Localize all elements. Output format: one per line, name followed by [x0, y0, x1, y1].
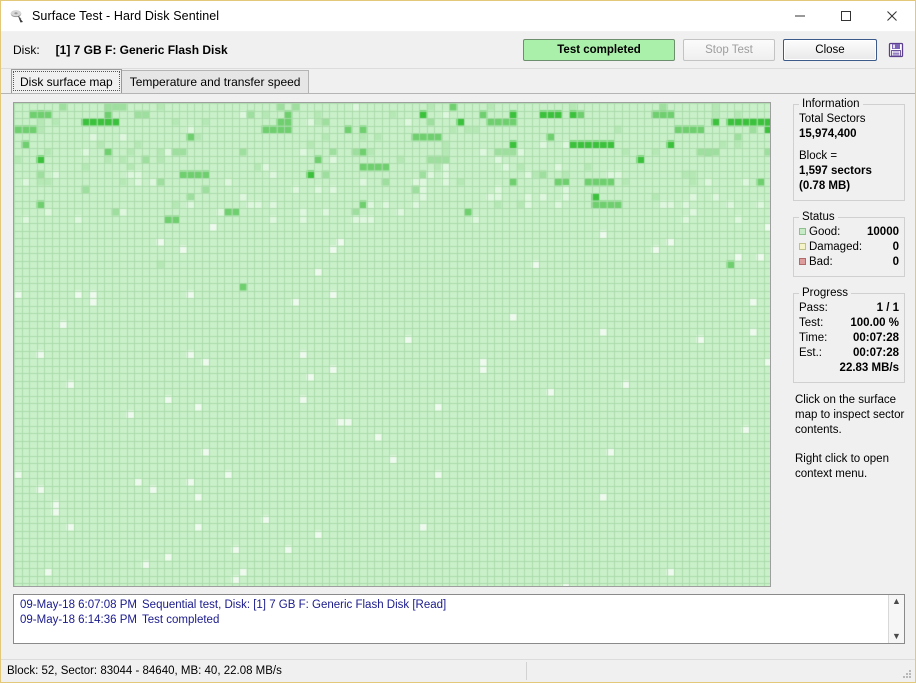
pass-value: 1 / 1	[876, 302, 899, 314]
total-sectors-label: Total Sectors	[799, 113, 866, 125]
title-bar: Surface Test - Hard Disk Sentinel	[1, 1, 915, 32]
stop-test-button[interactable]: Stop Test	[683, 39, 775, 61]
damaged-swatch-icon	[799, 243, 806, 250]
log-entry-time: 09-May-18 6:07:08 PM	[20, 599, 137, 611]
log-list[interactable]: 09-May-18 6:07:08 PM Sequential test, Dis…	[14, 595, 888, 643]
block-value: 1,597 sectors	[799, 165, 872, 177]
status-row-damaged: Damaged: 0	[799, 240, 899, 255]
test-label: Test:	[799, 317, 824, 329]
good-label: Good:	[809, 226, 841, 238]
time-label: Time:	[799, 332, 828, 344]
progress-row-test: Test: 100.00 %	[799, 316, 899, 331]
pass-label: Pass:	[799, 302, 828, 314]
test-status-button[interactable]: Test completed	[523, 39, 675, 61]
test-value: 100.00 %	[850, 317, 899, 329]
progress-legend: Progress	[802, 287, 849, 299]
tab-disk-surface-map[interactable]: Disk surface map	[11, 69, 122, 93]
progress-row-speed: 22.83 MB/s	[799, 361, 899, 376]
progress-group: Progress Pass: 1 / 1 Test: 100.00 % Time…	[793, 287, 905, 383]
progress-row-time: Time: 00:07:28	[799, 331, 899, 346]
log-entry: 09-May-18 6:07:08 PM Sequential test, Dis…	[20, 598, 884, 613]
close-icon[interactable]	[869, 1, 915, 31]
good-value: 10000	[867, 226, 899, 238]
close-button-label: Close	[815, 44, 845, 56]
bad-swatch-icon	[799, 258, 806, 265]
disk-surface-map[interactable]	[13, 102, 771, 587]
close-button[interactable]: Close	[783, 39, 877, 61]
status-bar: Block: 52, Sector: 83044 - 84640, MB: 40…	[1, 659, 915, 682]
status-group: Status Good: 10000 Damaged: 0 Bad: 0	[793, 211, 905, 277]
disk-label: Disk:	[13, 43, 40, 57]
log-panel: 09-May-18 6:07:08 PM Sequential test, Dis…	[13, 594, 905, 644]
total-sectors-value: 15,974,400	[799, 128, 857, 140]
window-controls	[777, 1, 915, 31]
tab-temperature-transfer-speed-label: Temperature and transfer speed	[129, 75, 301, 89]
minimize-icon[interactable]	[777, 1, 823, 31]
speed-value: 22.83 MB/s	[839, 362, 899, 374]
status-row-bad: Bad: 0	[799, 255, 899, 270]
est-label: Est.:	[799, 347, 823, 359]
disk-value: [1] 7 GB F: Generic Flash Disk	[55, 43, 228, 57]
content-area: Information Total Sectors 15,974,400 Blo…	[1, 94, 915, 659]
log-entry-text: Sequential test, Disk: [1] 7 GB F: Gener…	[142, 599, 447, 611]
bad-value: 0	[892, 256, 899, 268]
toolbar: Disk: [1] 7 GB F: Generic Flash Disk Tes…	[1, 32, 915, 69]
status-row-good: Good: 10000	[799, 225, 899, 240]
information-legend: Information	[802, 98, 860, 110]
damaged-value: 0	[892, 241, 899, 253]
est-value: 00:07:28	[852, 347, 899, 359]
maximize-icon[interactable]	[823, 1, 869, 31]
tab-disk-surface-map-label: Disk surface map	[20, 74, 113, 89]
hint-line-2: Right click to open context menu.	[795, 453, 889, 480]
tab-strip: Disk surface map Temperature and transfe…	[1, 69, 915, 94]
tab-temperature-transfer-speed[interactable]: Temperature and transfer speed	[120, 70, 310, 93]
side-panel: Information Total Sectors 15,974,400 Blo…	[793, 98, 905, 496]
log-scrollbar[interactable]: ▲ ▼	[888, 595, 904, 643]
block-size: (0.78 MB)	[799, 180, 851, 192]
window-title: Surface Test - Hard Disk Sentinel	[32, 9, 220, 23]
status-bar-separator	[526, 662, 527, 680]
log-entry: 09-May-18 6:14:36 PM Test completed	[20, 613, 884, 628]
hint-text: Click on the surface map to inspect sect…	[795, 393, 905, 482]
log-entry-text: Test completed	[142, 614, 220, 626]
surface-test-window: Surface Test - Hard Disk Sentinel Disk: …	[0, 0, 916, 683]
log-entry-time: 09-May-18 6:14:36 PM	[20, 614, 137, 626]
progress-row-est: Est.: 00:07:28	[799, 346, 899, 361]
bad-label: Bad:	[809, 256, 833, 268]
stop-test-label: Stop Test	[705, 44, 753, 56]
progress-row-pass: Pass: 1 / 1	[799, 301, 899, 316]
surface-test-icon	[9, 8, 25, 24]
damaged-label: Damaged:	[809, 241, 863, 253]
time-value: 00:07:28	[852, 332, 899, 344]
status-bar-text: Block: 52, Sector: 83044 - 84640, MB: 40…	[7, 665, 282, 677]
good-swatch-icon	[799, 228, 806, 235]
hint-line-1: Click on the surface map to inspect sect…	[795, 394, 905, 436]
status-legend: Status	[802, 211, 835, 223]
information-group: Information Total Sectors 15,974,400 Blo…	[793, 98, 905, 201]
scroll-up-icon[interactable]: ▲	[892, 597, 901, 606]
surface-map-canvas[interactable]	[14, 103, 770, 586]
save-floppy-icon[interactable]	[885, 38, 907, 62]
block-label: Block =	[799, 150, 838, 162]
resize-grip-icon[interactable]	[900, 667, 912, 679]
scroll-down-icon[interactable]: ▼	[892, 632, 901, 641]
